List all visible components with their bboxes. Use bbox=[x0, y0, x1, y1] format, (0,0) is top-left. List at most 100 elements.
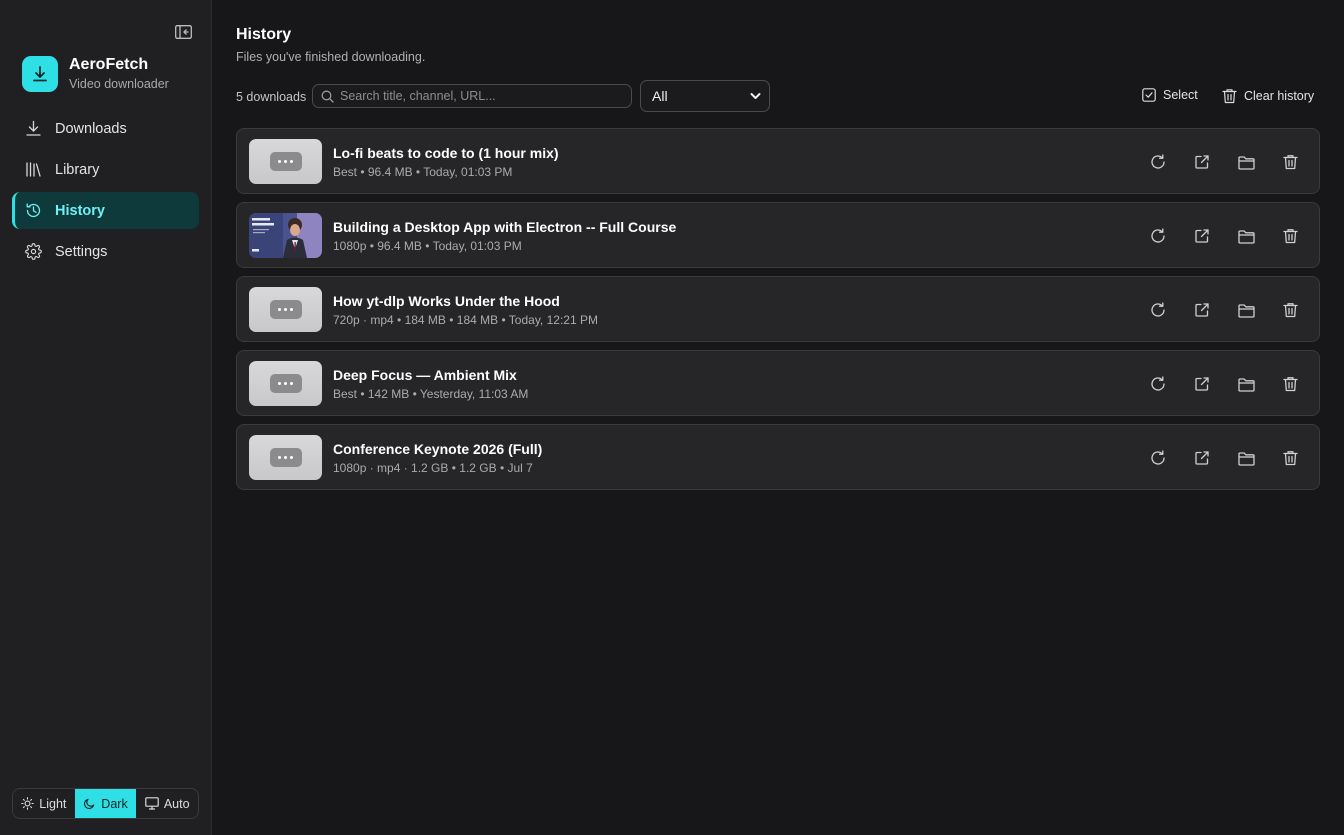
trash-icon bbox=[1282, 451, 1298, 466]
external-link-icon bbox=[1195, 155, 1209, 169]
show-in-folder-button[interactable] bbox=[1237, 375, 1255, 393]
item-meta: 720p · mp4 • 184 MB • 184 MB • Today, 12… bbox=[333, 313, 598, 327]
trash-icon bbox=[1282, 377, 1298, 392]
redownload-button[interactable] bbox=[1149, 449, 1167, 467]
item-title: How yt-dlp Works Under the Hood bbox=[333, 293, 560, 309]
filter-value: All bbox=[652, 88, 668, 104]
sidebar-nav: Downloads Library History Settings bbox=[12, 110, 199, 274]
collapse-sidebar-button[interactable] bbox=[174, 24, 192, 40]
external-link-icon bbox=[1195, 451, 1209, 465]
folder-icon bbox=[1237, 451, 1255, 466]
sidebar-item-label: Settings bbox=[55, 243, 108, 260]
page-title: History bbox=[236, 26, 292, 43]
item-title: Deep Focus — Ambient Mix bbox=[333, 367, 517, 383]
refresh-icon bbox=[1151, 302, 1165, 317]
theme-light-button[interactable]: Light bbox=[13, 789, 75, 818]
item-meta: Best • 142 MB • Yesterday, 11:03 AM bbox=[333, 387, 529, 401]
refresh-icon bbox=[1151, 228, 1165, 243]
redownload-button[interactable] bbox=[1149, 227, 1167, 245]
theme-dark-label: Dark bbox=[101, 796, 128, 811]
history-item[interactable]: How yt-dlp Works Under the Hood 720p · m… bbox=[236, 276, 1320, 342]
history-item[interactable]: Lo-fi beats to code to (1 hour mix) Best… bbox=[236, 128, 1320, 194]
trash-icon bbox=[1282, 303, 1298, 318]
folder-icon bbox=[1237, 155, 1255, 170]
folder-icon bbox=[1237, 303, 1255, 318]
clear-history-button[interactable]: Clear history bbox=[1222, 88, 1314, 104]
more-dots-icon bbox=[269, 300, 302, 319]
external-link-icon bbox=[1195, 303, 1209, 317]
search-box bbox=[312, 84, 632, 108]
delete-button[interactable] bbox=[1281, 375, 1299, 393]
theme-auto-button[interactable]: Auto bbox=[136, 789, 198, 818]
item-actions bbox=[1149, 301, 1299, 319]
redownload-button[interactable] bbox=[1149, 301, 1167, 319]
theme-switch: Light Dark Auto bbox=[12, 788, 199, 819]
app-logo-icon bbox=[22, 55, 58, 92]
select-label: Select bbox=[1163, 88, 1198, 102]
checkbox-icon bbox=[1142, 88, 1156, 102]
folder-icon bbox=[1237, 229, 1255, 244]
item-title: Building a Desktop App with Electron -- … bbox=[333, 219, 677, 235]
delete-button[interactable] bbox=[1281, 153, 1299, 171]
sun-icon bbox=[21, 797, 35, 810]
theme-dark-button[interactable]: Dark bbox=[74, 789, 137, 818]
external-link-icon bbox=[1195, 377, 1209, 391]
select-button[interactable]: Select bbox=[1142, 88, 1198, 102]
refresh-icon bbox=[1151, 376, 1165, 391]
history-icon bbox=[26, 203, 41, 218]
open-file-button[interactable] bbox=[1193, 227, 1211, 245]
more-dots-icon bbox=[269, 448, 302, 467]
main-content: History Files you've finished downloadin… bbox=[236, 0, 1320, 835]
search-icon bbox=[321, 90, 334, 103]
monitor-icon bbox=[145, 797, 159, 810]
app-name: AeroFetch bbox=[69, 56, 149, 73]
sidebar: AeroFetch Video downloader Downloads Lib… bbox=[0, 0, 212, 835]
history-list: Lo-fi beats to code to (1 hour mix) Best… bbox=[236, 128, 1320, 498]
page-subtitle: Files you've finished downloading. bbox=[236, 50, 426, 64]
sidebar-item-label: History bbox=[55, 202, 105, 219]
show-in-folder-button[interactable] bbox=[1237, 227, 1255, 245]
download-icon bbox=[26, 120, 41, 136]
item-actions bbox=[1149, 153, 1299, 171]
search-input[interactable] bbox=[340, 89, 620, 103]
external-link-icon bbox=[1195, 229, 1209, 243]
item-actions bbox=[1149, 227, 1299, 245]
more-dots-icon bbox=[269, 152, 302, 171]
item-title: Lo-fi beats to code to (1 hour mix) bbox=[333, 145, 559, 161]
redownload-button[interactable] bbox=[1149, 153, 1167, 171]
delete-button[interactable] bbox=[1281, 449, 1299, 467]
show-in-folder-button[interactable] bbox=[1237, 449, 1255, 467]
gear-icon bbox=[25, 243, 42, 260]
video-thumbnail bbox=[249, 213, 322, 258]
show-in-folder-button[interactable] bbox=[1237, 153, 1255, 171]
chevron-down-icon bbox=[750, 93, 761, 99]
open-file-button[interactable] bbox=[1193, 153, 1211, 171]
redownload-button[interactable] bbox=[1149, 375, 1167, 393]
sidebar-item-settings[interactable]: Settings bbox=[12, 233, 199, 270]
brand: AeroFetch Video downloader bbox=[22, 55, 169, 92]
thumbnail-placeholder bbox=[249, 361, 322, 406]
history-item[interactable]: Conference Keynote 2026 (Full) 1080p · m… bbox=[236, 424, 1320, 490]
refresh-icon bbox=[1151, 154, 1165, 169]
sidebar-item-library[interactable]: Library bbox=[12, 151, 199, 188]
status-filter-select[interactable]: All bbox=[640, 80, 770, 112]
thumbnail-placeholder bbox=[249, 139, 322, 184]
open-file-button[interactable] bbox=[1193, 301, 1211, 319]
open-file-button[interactable] bbox=[1193, 449, 1211, 467]
thumbnail-placeholder bbox=[249, 435, 322, 480]
sidebar-item-history[interactable]: History bbox=[12, 192, 199, 229]
item-meta: 1080p · mp4 · 1.2 GB • 1.2 GB • Jul 7 bbox=[333, 461, 533, 475]
item-title: Conference Keynote 2026 (Full) bbox=[333, 441, 543, 457]
history-item[interactable]: Deep Focus — Ambient Mix Best • 142 MB •… bbox=[236, 350, 1320, 416]
item-meta: 1080p • 96.4 MB • Today, 01:03 PM bbox=[333, 239, 522, 253]
theme-light-label: Light bbox=[39, 796, 67, 811]
show-in-folder-button[interactable] bbox=[1237, 301, 1255, 319]
history-item[interactable]: Building a Desktop App with Electron -- … bbox=[236, 202, 1320, 268]
delete-button[interactable] bbox=[1281, 301, 1299, 319]
library-icon bbox=[26, 162, 41, 177]
open-file-button[interactable] bbox=[1193, 375, 1211, 393]
moon-icon bbox=[84, 798, 95, 809]
delete-button[interactable] bbox=[1281, 227, 1299, 245]
sidebar-item-downloads[interactable]: Downloads bbox=[12, 110, 199, 147]
item-actions bbox=[1149, 375, 1299, 393]
